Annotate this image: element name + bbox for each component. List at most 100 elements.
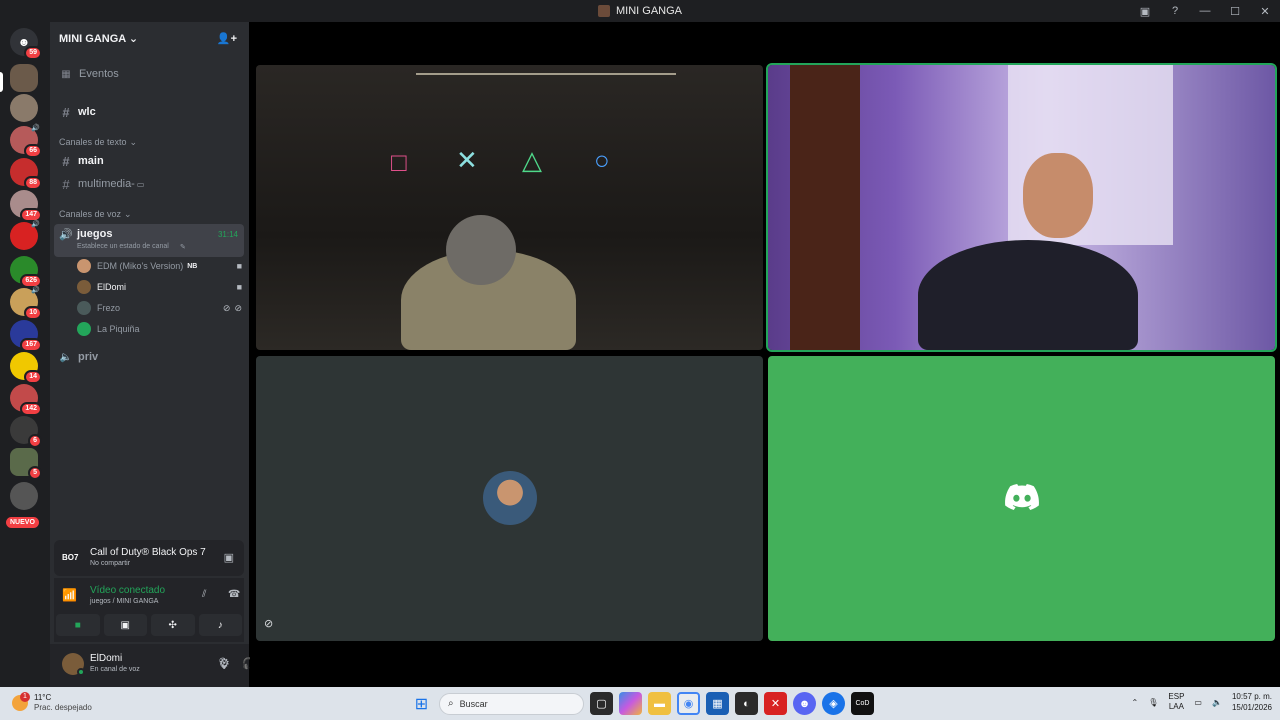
guild-item[interactable]: 626 [10,256,42,288]
inbox-icon[interactable]: ▣ [1130,0,1160,22]
help-icon[interactable]: ? [1160,0,1190,22]
events-item[interactable]: ▦ Eventos [50,64,249,84]
discord-logo-icon [1005,484,1039,510]
voice-user-name: EDM (Miko's Version) [97,261,184,271]
app-icon[interactable]: ◈ [822,692,845,715]
screen-share-icon: ▣ [120,619,130,631]
person-head [446,215,516,285]
voice-channel-juegos[interactable]: 🔊 juegos 31:14 Establece un estado de ca… [54,224,244,257]
voice-user-name: ElDomi [97,282,127,292]
voice-user-name: La Piquiña [97,324,140,334]
category-label: Canales de voz [59,209,122,219]
clock[interactable]: 10:57 p. m. 15/01/2026 [1232,691,1272,713]
weather-widget[interactable]: 1 11°C Prac. despejado [12,692,92,713]
voice-controls: ■ ▣ ✣ ♪ [56,614,242,636]
guild-item[interactable]: 🔊 66 [10,125,42,158]
channel-main[interactable]: # main [50,151,249,171]
store-icon[interactable]: ▦ [706,692,729,715]
file-explorer-icon[interactable]: ▬ [648,692,671,715]
camera-icon: ■ [74,619,81,631]
guild-item[interactable]: 142 [10,384,42,416]
microphone-icon[interactable]: 🎙 [1148,698,1158,707]
guild-selected-pill [0,72,3,92]
guild-item[interactable]: 88 [10,158,42,190]
user-tag: NB [187,262,198,270]
voice-channel-name: juegos [77,228,113,240]
video-tile-avatar[interactable]: ⊘ [256,356,763,641]
window-title-text: MINI GANGA [615,5,682,17]
chevron-down-icon: ⌄ [124,208,132,219]
windows-start-icon[interactable]: ⊞ [410,692,433,715]
guild-item[interactable]: 🔊 [10,221,40,250]
activities-button[interactable]: ✣ [151,614,195,636]
close-icon[interactable]: ✕ [1250,0,1280,22]
video-tile-discord[interactable] [768,356,1275,641]
camera-button[interactable]: ■ [56,614,100,636]
chrome-icon[interactable]: ◉ [677,692,700,715]
chevron-up-icon[interactable]: ⌃ [1132,698,1139,707]
speaker-icon: 🔊 [31,125,40,132]
cod-icon[interactable]: CoD [851,692,874,715]
soundboard-icon: ♪ [217,619,223,631]
x-app-icon[interactable]: ✕ [764,692,787,715]
voice-connected-sub[interactable]: juegos / MINI GANGA [90,598,158,605]
game-sub: No compartir [90,560,131,567]
guild-item[interactable]: 6 [10,416,42,448]
video-tile-speaking[interactable] [766,63,1277,352]
guild-item[interactable]: 5 [10,448,42,480]
app-icon[interactable]: ◐ [735,692,758,715]
video-stage: □ ✕ △ ○ ⊘ [250,22,1280,687]
volume-icon[interactable]: 🔈 [1212,698,1222,707]
voice-user[interactable]: ElDomi ■ [77,277,242,297]
set-channel-status[interactable]: Establece un estado de canal [77,243,169,250]
minimize-icon[interactable]: — [1190,0,1220,22]
network-icon[interactable]: ▭ [1194,698,1202,707]
guild-item[interactable]: 167 [10,320,42,352]
pencil-icon[interactable]: ✎ [180,243,186,251]
discord-icon[interactable]: ☻ [793,692,816,715]
disconnect-icon[interactable]: ☎ [228,589,240,600]
taskbar-search[interactable]: ⌕ Buscar [439,692,584,715]
channel-multimedia[interactable]: # multimedia- ▭ [50,174,249,194]
invite-people-icon[interactable]: 👤+ [217,32,237,45]
chevron-down-icon: ⌄ [128,32,139,45]
guild-item[interactable] [10,482,38,510]
voice-user-name: Frezo [97,303,121,313]
cross-shape: ✕ [456,145,478,175]
noise-suppression-icon[interactable]: ⫽ [202,589,206,600]
status-dot [77,668,85,676]
guild-mini-ganga[interactable] [10,64,38,92]
voice-user[interactable]: EDM (Miko's Version) NB ■ [77,256,242,276]
video-tile[interactable]: □ ✕ △ ○ [256,65,763,350]
new-servers-badge[interactable]: NUEVO [6,517,39,528]
signal-icon[interactable]: 📶 [62,588,77,602]
direct-messages-button[interactable]: ☻ 59 [10,28,42,60]
speaker-icon: 🔈 [59,351,73,363]
guild-item[interactable] [10,94,38,122]
settings-gear-icon[interactable]: ⚙ [219,656,230,670]
weather-icon: 1 [12,692,30,711]
maximize-icon[interactable]: ☐ [1220,0,1250,22]
guild-item[interactable]: 147 [10,190,42,222]
guild-badge: 66 [24,144,42,158]
guild-item[interactable]: 14 [10,352,42,384]
server-header[interactable]: MINI GANGA ⌄ 👤+ [50,22,249,54]
copilot-icon[interactable] [619,692,642,715]
share-screen-icon[interactable]: ▣ [224,551,234,564]
guild-badge: 6 [28,434,42,448]
soundboard-button[interactable]: ♪ [198,614,242,636]
language-indicator[interactable]: ESP LAA [1168,692,1184,712]
voice-user[interactable]: La Piquiña [77,319,242,339]
voice-user[interactable]: Frezo ⊘ ⊘ [77,298,242,318]
triangle-shape: △ [522,145,542,175]
hash-icon: # [62,176,70,192]
category-voice-channels[interactable]: Canales de voz ⌄ [50,207,249,221]
screen-share-off-icon[interactable]: ⊘ [264,617,273,630]
channel-wlc[interactable]: # wlc [50,102,249,122]
channel-priv[interactable]: 🔈 priv [50,347,249,367]
screen-share-button[interactable]: ▣ [103,614,147,636]
category-text-channels[interactable]: Canales de texto ⌄ [50,135,249,149]
game-name: Call of Duty® Black Ops 7 [90,547,206,558]
guild-item[interactable]: 🔊 10 [10,287,42,320]
task-view-icon[interactable]: ▢ [590,692,613,715]
